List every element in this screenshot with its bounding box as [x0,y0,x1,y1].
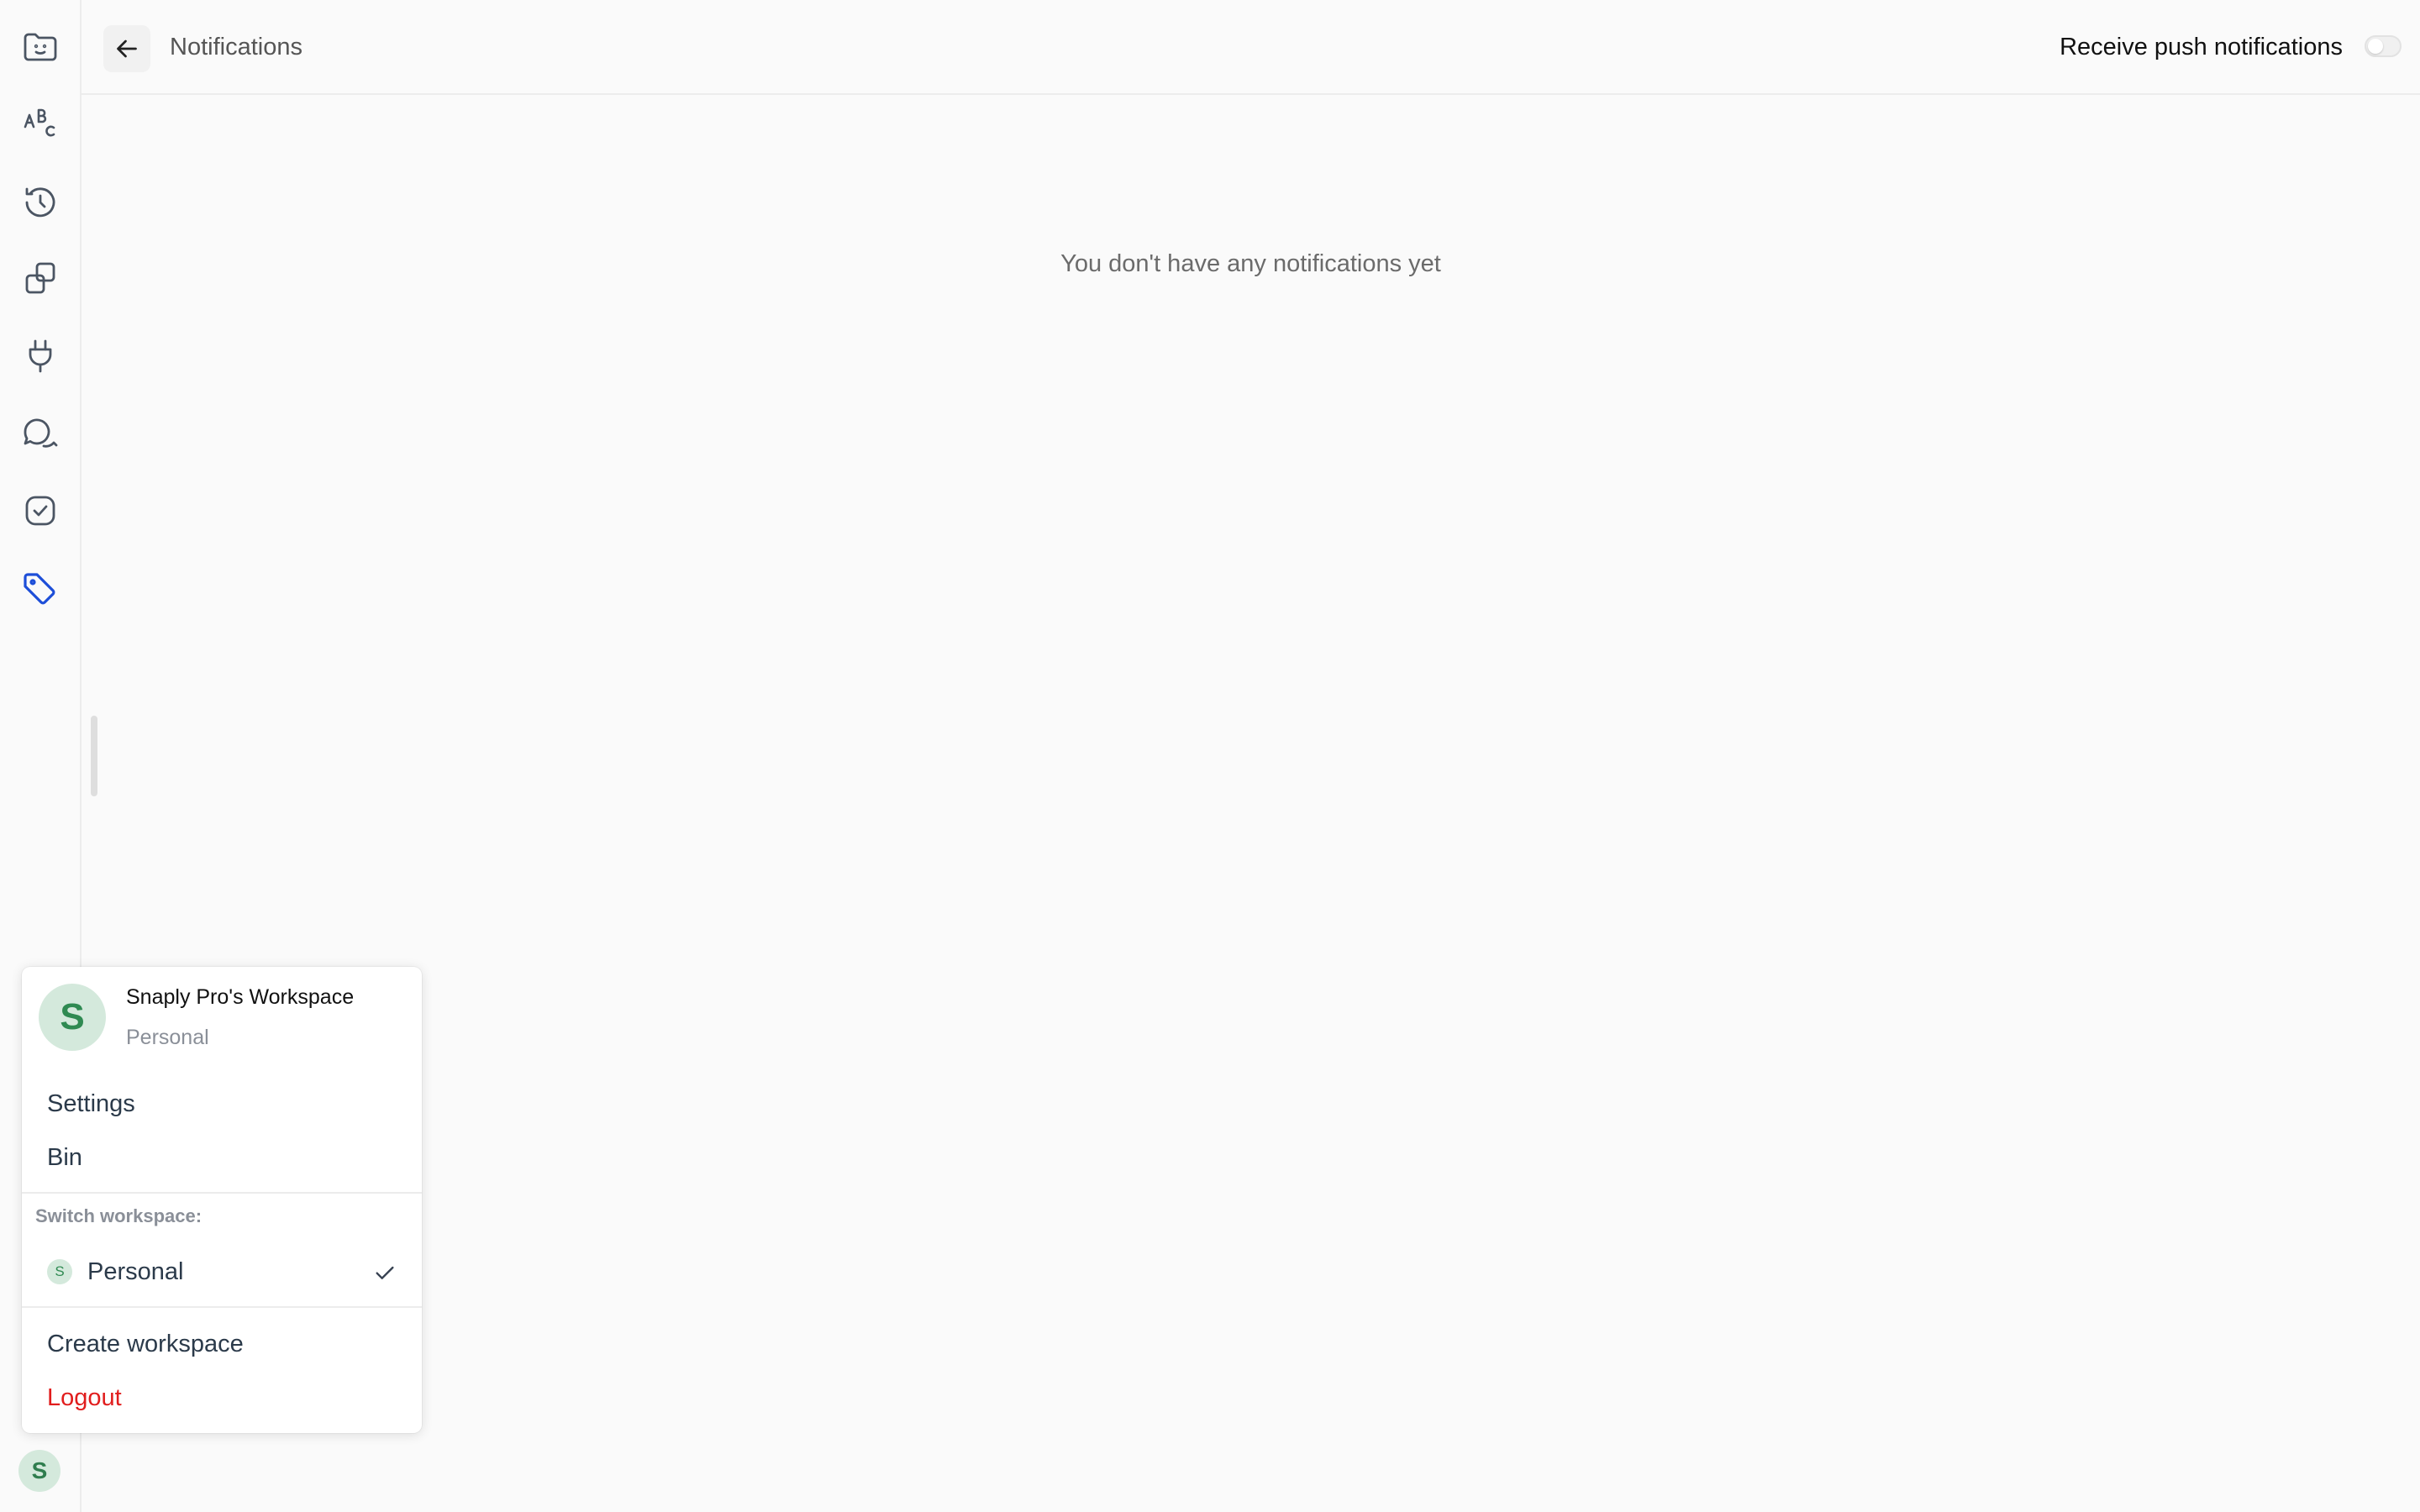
arrow-left-icon [117,39,137,58]
bin-menu-item[interactable]: Bin [47,1142,82,1173]
logout-menu-item[interactable]: Logout [47,1383,122,1413]
toggle-knob [2368,39,2383,54]
smiley-folder-icon [24,33,57,61]
page-header: Notifications Receive push notifications [82,0,2420,95]
sidebar-item-chat[interactable] [18,412,62,455]
plug-icon [29,339,52,373]
workspace-type: Personal [126,1026,209,1049]
settings-menu-item[interactable]: Settings [47,1089,135,1119]
menu-divider [22,1306,422,1308]
workspace-option-personal[interactable]: S Personal [22,1244,422,1299]
empty-state-message: You don't have any notifications yet [1060,250,1441,277]
push-notifications-label: Receive push notifications [2060,34,2343,60]
sidebar-item-tasks[interactable] [18,489,62,533]
workspace-avatar: S [39,984,106,1051]
workspace-option-label: Personal [87,1258,184,1285]
chat-icon [24,418,58,448]
switch-workspace-label: Switch workspace: [35,1205,203,1226]
workspace-menu: S Snaply Pro's Workspace Personal Settin… [22,967,422,1433]
workspace-option-avatar: S [47,1259,72,1284]
resize-handle[interactable] [91,716,97,796]
copy-icon [25,262,55,294]
sidebar-item-copy[interactable] [18,257,62,301]
user-avatar[interactable]: S [18,1450,60,1492]
sidebar-item-tags[interactable] [18,568,62,612]
tag-icon [24,573,55,605]
create-workspace-menu-item[interactable]: Create workspace [47,1329,244,1359]
workspace-name: Snaply Pro's Workspace [126,985,355,1009]
sidebar-item-integrations[interactable] [18,334,62,378]
back-button[interactable] [103,25,150,72]
check-square-icon [25,496,55,526]
menu-divider [22,1192,422,1194]
abc-icon [24,108,55,137]
sidebar-item-snippets[interactable] [18,25,62,69]
sidebar-item-history[interactable] [18,181,62,224]
history-icon [25,187,55,218]
checkmark-icon [376,1266,394,1279]
page-title: Notifications [170,34,302,60]
push-notifications-toggle[interactable] [2365,35,2402,57]
sidebar-item-text[interactable] [18,102,62,145]
